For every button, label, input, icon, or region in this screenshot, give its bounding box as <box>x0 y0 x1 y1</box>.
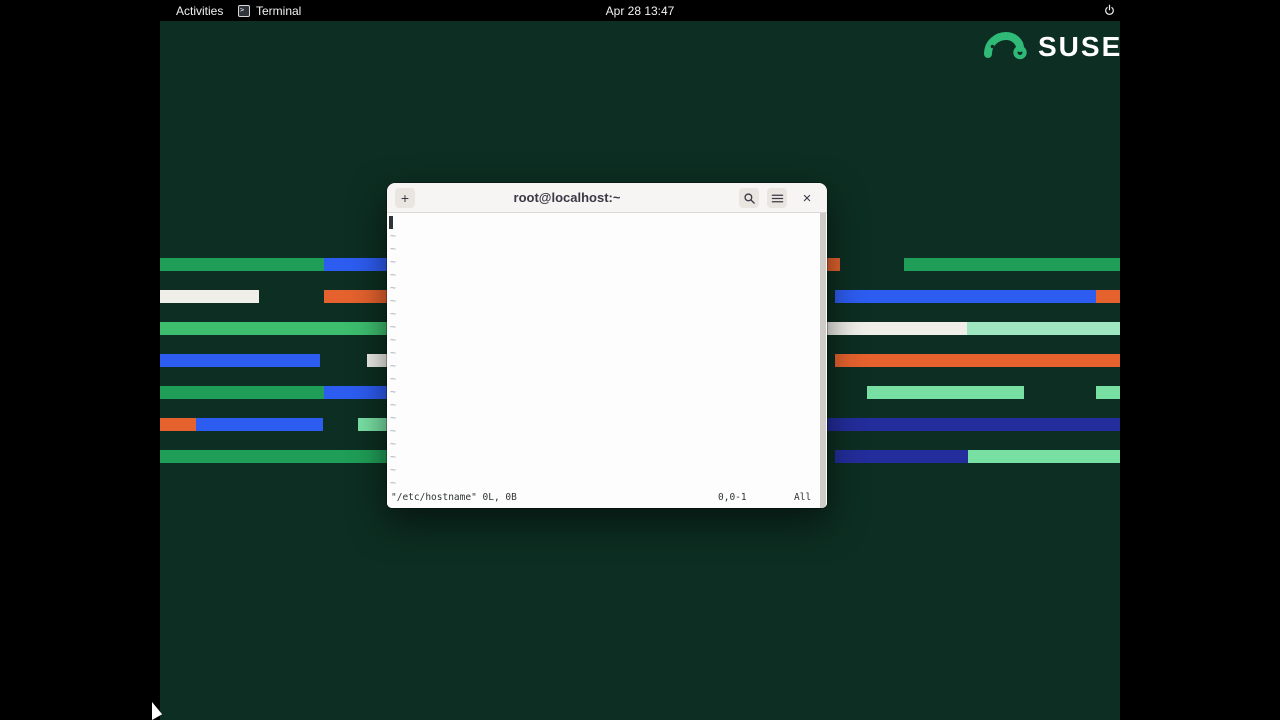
clock-button[interactable]: Apr 28 13:47 <box>606 0 675 21</box>
vim-statusline: "/etc/hostname" 0L, 0B 0,0-1 All <box>387 491 827 503</box>
vim-tilde: ~ <box>390 348 397 359</box>
search-button[interactable] <box>739 188 759 208</box>
wallpaper-bar <box>835 290 1096 303</box>
new-tab-button[interactable]: + <box>395 188 415 208</box>
power-icon <box>1105 4 1114 15</box>
wallpaper-bar <box>867 386 1024 399</box>
window-title: root@localhost:~ <box>513 190 621 205</box>
wallpaper-bar <box>967 322 1120 335</box>
vim-tilde-column: ~ ~ ~ ~ ~ ~ ~ ~ ~ ~ ~ ~ ~ ~ ~ ~ ~ ~ ~ ~ <box>390 230 396 490</box>
wallpaper-bar <box>367 354 388 367</box>
wallpaper-bar <box>324 290 388 303</box>
terminal-cursor <box>389 216 393 229</box>
vim-tilde: ~ <box>390 465 397 476</box>
wallpaper-bar <box>160 386 324 399</box>
terminal-titlebar[interactable]: + root@localhost:~ × <box>387 183 827 213</box>
wallpaper-bar <box>1096 386 1120 399</box>
activities-button[interactable]: Activities <box>176 0 223 21</box>
wallpaper-bar <box>826 418 1120 431</box>
wallpaper-bar <box>968 450 1120 463</box>
wallpaper-bar <box>904 258 1120 271</box>
wallpaper-bar <box>324 386 388 399</box>
vim-tilde: ~ <box>390 361 397 372</box>
wallpaper-bar <box>826 322 967 335</box>
terminal-window: + root@localhost:~ × ~ ~ ~ ~ ~ ~ ~ ~ ~ ~ ~ ~ ~ ~ ~ ~ ~ ~ ~… <box>387 183 827 508</box>
wallpaper-bar <box>835 354 1120 367</box>
vim-tilde: ~ <box>390 387 397 398</box>
wallpaper-bar <box>160 450 388 463</box>
vim-tilde: ~ <box>390 478 397 489</box>
vim-status-scroll: All <box>794 492 812 503</box>
magnifier-icon <box>743 192 755 204</box>
suse-logo: SUSE <box>983 31 1122 63</box>
close-button[interactable]: × <box>797 188 817 208</box>
screen: SUSE Activities > Terminal Apr 28 13:47 … <box>0 0 1280 720</box>
suse-logo-text: SUSE <box>1038 31 1123 62</box>
wallpaper-bar <box>160 418 196 431</box>
wallpaper-bar <box>160 290 259 303</box>
wallpaper-bar <box>324 258 388 271</box>
vim-tilde: ~ <box>390 283 397 294</box>
app-menu-button[interactable]: > Terminal <box>238 0 301 21</box>
wallpaper-bar <box>1096 290 1120 303</box>
wallpaper-bar <box>196 418 323 431</box>
vim-tilde: ~ <box>390 426 397 437</box>
wallpaper-bar <box>826 258 840 271</box>
vim-tilde: ~ <box>390 335 397 346</box>
vim-tilde: ~ <box>390 452 397 463</box>
vim-status-file: "/etc/hostname" 0L, 0B <box>391 492 517 503</box>
vim-tilde: ~ <box>390 257 397 268</box>
vim-tilde: ~ <box>390 244 397 255</box>
vim-tilde: ~ <box>390 296 397 307</box>
vim-status-position: 0,0-1 <box>718 492 747 503</box>
menu-button[interactable] <box>767 188 787 208</box>
vim-tilde: ~ <box>390 413 397 424</box>
suse-chameleon-icon <box>984 31 1027 60</box>
vim-tilde: ~ <box>390 374 397 385</box>
hamburger-icon <box>771 194 783 202</box>
terminal-scrollbar[interactable] <box>820 213 826 508</box>
vim-tilde: ~ <box>390 439 397 450</box>
wallpaper-bar <box>160 258 324 271</box>
vim-tilde: ~ <box>390 322 397 333</box>
vim-tilde: ~ <box>390 231 397 242</box>
wallpaper-bar <box>160 354 320 367</box>
vim-tilde: ~ <box>390 270 397 281</box>
wallpaper-bar <box>835 450 968 463</box>
terminal-icon: > <box>238 4 250 17</box>
wallpaper-bar <box>160 322 388 335</box>
wallpaper-bar <box>358 418 388 431</box>
vim-tilde: ~ <box>390 400 397 411</box>
system-menu-button[interactable] <box>1103 0 1116 21</box>
vim-tilde: ~ <box>390 309 397 320</box>
top-bar: Activities > Terminal Apr 28 13:47 <box>0 0 1280 21</box>
terminal-screen[interactable]: ~ ~ ~ ~ ~ ~ ~ ~ ~ ~ ~ ~ ~ ~ ~ ~ ~ ~ ~ ~ "/etc/hostname" 0L,… <box>387 213 827 508</box>
app-menu-label: Terminal <box>256 3 302 18</box>
